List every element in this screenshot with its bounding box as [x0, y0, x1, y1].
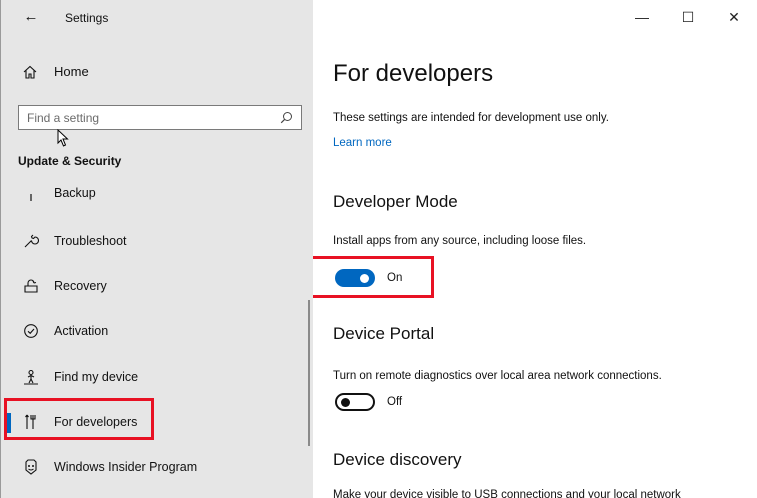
sidebar-home[interactable]: Home: [23, 64, 89, 79]
close-button[interactable]: ✕: [711, 0, 757, 34]
window-title: Settings: [65, 11, 109, 25]
developer-mode-description: Install apps from any source, including …: [333, 235, 587, 247]
toggle-switch[interactable]: [335, 393, 375, 411]
toggle-switch[interactable]: [335, 269, 375, 287]
wrench-icon: [23, 233, 39, 249]
device-portal-heading: Device Portal: [333, 324, 435, 343]
sidebar-item-windows-insider[interactable]: Windows Insider Program: [1, 449, 306, 485]
sidebar-item-activation[interactable]: Activation: [1, 313, 306, 349]
sidebar-item-label: For developers: [54, 415, 138, 429]
mouse-cursor-icon: [57, 129, 69, 147]
person-location-icon: [23, 369, 39, 385]
device-discovery-description: Make your device visible to USB connecti…: [333, 489, 681, 498]
sidebar-item-recovery[interactable]: Recovery: [1, 268, 306, 304]
developer-tools-icon: [23, 414, 39, 430]
sidebar-item-label: Troubleshoot: [54, 234, 127, 248]
learn-more-link[interactable]: Learn more: [333, 137, 392, 149]
sidebar-item-for-developers[interactable]: For developers: [1, 404, 306, 440]
search-box[interactable]: [18, 105, 302, 130]
toggle-state-label: Off: [387, 396, 403, 408]
back-arrow-icon[interactable]: ←: [21, 8, 41, 25]
sidebar-item-label: Recovery: [54, 279, 107, 293]
maximize-button[interactable]: ☐: [665, 0, 711, 34]
sidebar-scrollbar[interactable]: [308, 300, 310, 446]
search-icon[interactable]: [280, 111, 293, 124]
insider-icon: [23, 459, 39, 475]
device-portal-description: Turn on remote diagnostics over local ar…: [333, 370, 662, 382]
sidebar-home-label: Home: [54, 64, 89, 79]
page-title: For developers: [333, 60, 494, 87]
recovery-icon: [23, 278, 39, 294]
sidebar-item-find-my-device[interactable]: Find my device: [1, 359, 306, 395]
sidebar-item-label: Windows Insider Program: [54, 460, 198, 474]
sidebar-item-label: Find my device: [54, 370, 139, 384]
main-content: — ☐ ✕ For developers These settings are …: [313, 0, 757, 498]
search-input[interactable]: [27, 110, 280, 125]
developer-mode-heading: Developer Mode: [333, 192, 458, 211]
toggle-state-label: On: [387, 272, 403, 284]
backup-icon: [23, 185, 39, 201]
sidebar-item-backup[interactable]: Backup: [1, 178, 306, 208]
device-portal-toggle[interactable]: Off: [335, 393, 402, 411]
developer-mode-toggle[interactable]: On: [335, 269, 402, 287]
sidebar-item-label: Backup: [54, 186, 96, 200]
check-circle-icon: [23, 323, 39, 339]
device-discovery-heading: Device discovery: [333, 450, 462, 469]
sidebar: ← Settings Home Update & Security Backup…: [0, 0, 313, 498]
section-title: Update & Security: [18, 154, 122, 168]
sidebar-item-troubleshoot[interactable]: Troubleshoot: [1, 223, 306, 259]
sidebar-item-label: Activation: [54, 324, 109, 338]
minimize-button[interactable]: —: [619, 0, 665, 34]
window-controls: — ☐ ✕: [619, 0, 757, 34]
intro-text: These settings are intended for developm…: [333, 112, 609, 124]
toggle-knob: [341, 397, 350, 407]
toggle-knob: [360, 273, 369, 283]
home-icon: [23, 65, 37, 79]
